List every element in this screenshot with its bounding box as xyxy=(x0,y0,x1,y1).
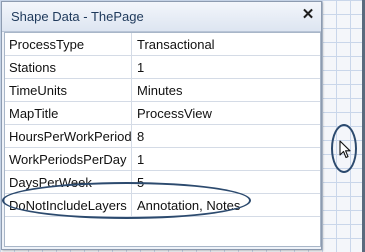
close-icon[interactable]: ✕ xyxy=(300,7,316,23)
property-row-timeunits[interactable]: TimeUnits Minutes xyxy=(5,78,320,102)
property-name: HoursPerWorkPeriod xyxy=(5,124,132,148)
mouse-pointer-icon xyxy=(339,140,351,159)
property-row-workperiodsperday[interactable]: WorkPeriodsPerDay 1 xyxy=(5,147,320,171)
property-value[interactable]: 8 xyxy=(131,124,320,148)
property-value[interactable]: Transactional xyxy=(131,33,320,56)
shape-data-table: ProcessType Transactional Stations 1 Tim… xyxy=(4,32,321,247)
title-bar[interactable]: Shape Data - ThePage ✕ xyxy=(2,2,321,32)
window-title: Shape Data - ThePage xyxy=(11,9,144,24)
property-row-hoursperworkperiod[interactable]: HoursPerWorkPeriod 8 xyxy=(5,124,320,148)
cursor-highlight-ellipse xyxy=(331,124,357,173)
property-name: DoNotIncludeLayers xyxy=(5,193,132,217)
property-name: DaysPerWeek xyxy=(5,170,132,194)
property-value[interactable]: ProcessView xyxy=(131,101,320,125)
properties-table: ProcessType Transactional Stations 1 Tim… xyxy=(5,33,320,217)
property-name: Stations xyxy=(5,55,132,79)
property-row-processtype[interactable]: ProcessType Transactional xyxy=(5,33,320,56)
property-value[interactable]: 1 xyxy=(131,55,320,79)
property-name: MapTitle xyxy=(5,101,132,125)
property-row-donotincludelayers[interactable]: DoNotIncludeLayers Annotation, Notes xyxy=(5,193,320,217)
property-value[interactable]: Minutes xyxy=(131,78,320,102)
property-row-maptitle[interactable]: MapTitle ProcessView xyxy=(5,101,320,125)
property-name: TimeUnits xyxy=(5,78,132,102)
property-row-stations[interactable]: Stations 1 xyxy=(5,55,320,79)
property-value[interactable]: 1 xyxy=(131,147,320,171)
shape-data-window: Shape Data - ThePage ✕ ProcessType Trans… xyxy=(1,1,322,250)
property-value[interactable]: 5 xyxy=(131,170,320,194)
property-row-daysperweek[interactable]: DaysPerWeek 5 xyxy=(5,170,320,194)
property-name: WorkPeriodsPerDay xyxy=(5,147,132,171)
property-name: ProcessType xyxy=(5,33,132,56)
property-value[interactable]: Annotation, Notes xyxy=(131,193,320,217)
